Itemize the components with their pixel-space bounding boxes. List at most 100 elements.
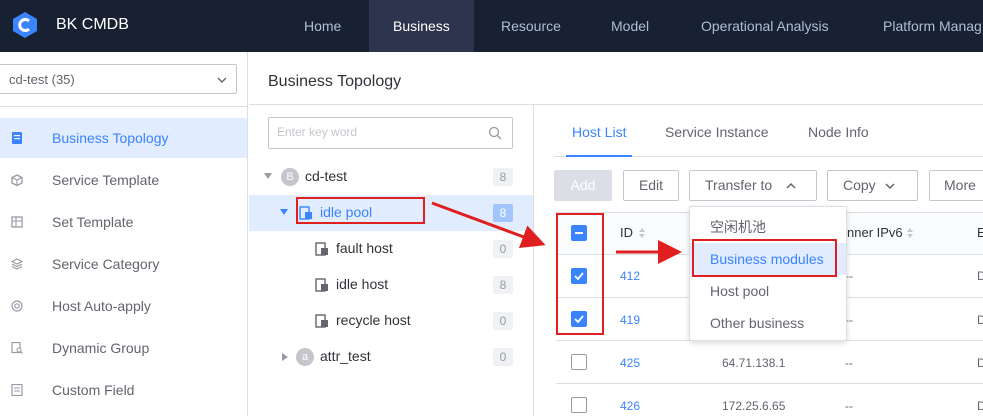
- column-header-extra[interactable]: E: [977, 225, 983, 240]
- sidebar-item-custom-field[interactable]: Custom Field: [0, 370, 247, 410]
- host-inner-ip: 172.25.6.65: [722, 399, 786, 413]
- host-count-badge: 0: [493, 240, 513, 258]
- sort-icon[interactable]: [905, 226, 915, 240]
- business-badge: a: [296, 348, 314, 366]
- tree-node-idle-host[interactable]: idle host 8: [249, 267, 533, 303]
- host-id-link[interactable]: 412: [620, 269, 640, 283]
- host-id-link[interactable]: 425: [620, 356, 640, 370]
- app-brand: BK CMDB: [56, 16, 129, 33]
- tree-node-label: attr_test: [320, 348, 371, 364]
- nav-operational-analysis[interactable]: Operational Analysis: [677, 0, 853, 52]
- expand-arrow-icon: [264, 173, 272, 179]
- sidebar-item-label: Business Topology: [52, 130, 169, 146]
- host-count-badge: 0: [493, 312, 513, 330]
- copy-button[interactable]: Copy: [827, 170, 918, 201]
- topology-search[interactable]: [268, 117, 513, 149]
- field-list-icon: [11, 384, 23, 396]
- nav-model[interactable]: Model: [587, 0, 673, 52]
- tab-service-instance[interactable]: Service Instance: [665, 124, 769, 140]
- tree-node-label: recycle host: [336, 312, 411, 328]
- annotation-box-idle-pool: [296, 197, 425, 224]
- sidebar-item-label: Custom Field: [52, 382, 135, 398]
- sidebar-item-label: Service Category: [52, 256, 160, 272]
- tree-node-cd-test[interactable]: B cd-test 8: [249, 159, 533, 195]
- column-header-id[interactable]: ID: [620, 225, 633, 240]
- host-count-badge: 0: [493, 348, 513, 366]
- sidebar-divider: [0, 106, 247, 107]
- tree-node-fault-host[interactable]: fault host 0: [249, 231, 533, 267]
- sidebar-item-host-auto-apply[interactable]: Host Auto-apply: [0, 286, 247, 326]
- chevron-down-icon: [885, 183, 895, 190]
- page-title: Business Topology: [268, 73, 402, 90]
- search-icon: [488, 126, 502, 140]
- business-select[interactable]: cd-test (35): [0, 64, 237, 94]
- nav-resource[interactable]: Resource: [477, 0, 585, 52]
- title-divider: [249, 104, 983, 105]
- tree-node-recycle-host[interactable]: recycle host 0: [249, 303, 533, 339]
- tree-node-attr-test[interactable]: a attr_test 0: [249, 339, 533, 375]
- transfer-to-button[interactable]: Transfer to: [689, 170, 817, 201]
- chevron-down-icon: [217, 77, 227, 83]
- row-checkbox[interactable]: [571, 354, 587, 370]
- nav-business[interactable]: Business: [369, 0, 474, 52]
- business-select-value: cd-test (35): [9, 72, 75, 87]
- grid-icon: [11, 216, 23, 228]
- host-ipv6: --: [845, 356, 853, 370]
- module-icon: [315, 314, 328, 328]
- layers-icon: [11, 258, 23, 270]
- tree-node-label: cd-test: [305, 168, 348, 184]
- menu-item-other-business[interactable]: Other business: [690, 307, 846, 339]
- nav-platform-management[interactable]: Platform Manag: [859, 0, 983, 52]
- menu-item-host-pool[interactable]: Host pool: [690, 275, 846, 307]
- topology-doc-icon: [12, 132, 22, 144]
- sidebar-item-label: Dynamic Group: [52, 340, 150, 356]
- host-id-link[interactable]: 426: [620, 399, 640, 413]
- host-id-link[interactable]: 419: [620, 313, 640, 327]
- annotation-box-checkboxes: [556, 213, 604, 335]
- edit-button[interactable]: Edit: [623, 170, 679, 201]
- copy-label: Copy: [843, 177, 876, 193]
- business-badge: B: [281, 168, 299, 186]
- target-icon: [11, 300, 23, 312]
- sidebar-item-label: Service Template: [52, 172, 160, 188]
- sidebar: cd-test (35) Business Topology Service T…: [0, 52, 248, 416]
- cube-icon: [11, 174, 23, 186]
- add-button[interactable]: Add: [554, 170, 612, 201]
- tree-node-label: idle host: [336, 276, 389, 292]
- sidebar-item-label: Host Auto-apply: [52, 298, 151, 314]
- sidebar-item-dynamic-group[interactable]: Dynamic Group: [0, 328, 247, 368]
- chevron-up-icon: [786, 182, 796, 189]
- host-ipv6: --: [845, 399, 853, 413]
- host-count-badge: 8: [493, 204, 513, 222]
- module-icon: [315, 242, 328, 256]
- host-extra: D: [977, 399, 983, 413]
- host-inner-ip: 64.71.138.1: [722, 356, 786, 370]
- topology-search-input[interactable]: [277, 125, 477, 139]
- module-icon: [315, 278, 328, 292]
- sidebar-item-business-topology[interactable]: Business Topology: [0, 118, 247, 158]
- collapse-arrow-icon: [282, 353, 288, 361]
- nav-home[interactable]: Home: [280, 0, 365, 52]
- expand-arrow-icon: [280, 209, 288, 215]
- sidebar-item-label: Set Template: [52, 214, 134, 230]
- row-checkbox[interactable]: [571, 397, 587, 413]
- doc-search-icon: [11, 342, 23, 354]
- tab-host-list[interactable]: Host List: [572, 124, 626, 140]
- sidebar-item-service-category[interactable]: Service Category: [0, 244, 247, 284]
- more-button[interactable]: More: [929, 170, 983, 201]
- top-nav: BK CMDB Home Business Resource Model Ope…: [0, 0, 983, 52]
- tab-node-info[interactable]: Node Info: [808, 124, 869, 140]
- annotation-box-business-modules: [692, 239, 837, 277]
- host-extra: D: [977, 269, 983, 283]
- bk-cmdb-logo-icon: [13, 12, 37, 38]
- column-header-inner-ipv6[interactable]: nner IPv6: [847, 225, 903, 240]
- transfer-to-label: Transfer to: [705, 177, 773, 193]
- tree-node-label: fault host: [336, 240, 393, 256]
- host-count-badge: 8: [493, 276, 513, 294]
- sort-icon[interactable]: [637, 226, 647, 240]
- host-extra: D: [977, 313, 983, 327]
- sidebar-item-service-template[interactable]: Service Template: [0, 160, 247, 200]
- sidebar-item-set-template[interactable]: Set Template: [0, 202, 247, 242]
- panel-divider: [533, 105, 534, 416]
- host-count-badge: 8: [493, 168, 513, 186]
